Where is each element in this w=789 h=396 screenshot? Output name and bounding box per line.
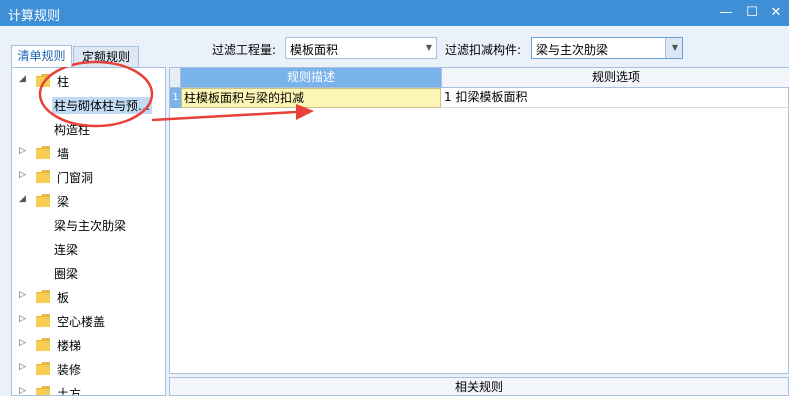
minimize-button[interactable]: — xyxy=(716,3,736,23)
tree-item-slab[interactable]: ▷ 板 xyxy=(12,286,165,308)
tree-item-beam[interactable]: ◢ 梁 xyxy=(12,190,165,212)
tree-item-door-window[interactable]: ▷ 门窗洞 xyxy=(12,166,165,188)
tree-item-label: 装修 xyxy=(57,363,82,377)
maximize-button[interactable]: ☐ xyxy=(742,3,762,23)
folder-icon xyxy=(36,338,50,351)
tree-item-label: 梁 xyxy=(57,195,70,209)
title-bar: 计算规则 — ☐ ✕ xyxy=(0,0,789,26)
folder-icon xyxy=(36,170,50,183)
tree-item-label: 构造柱 xyxy=(54,123,91,137)
tree-item-constructional-column[interactable]: 构造柱 xyxy=(12,118,165,140)
related-rules-header: 相关规则 xyxy=(169,377,789,396)
collapsed-arrow-icon[interactable]: ▷ xyxy=(19,314,26,324)
expanded-arrow-icon[interactable]: ◢ xyxy=(19,74,26,84)
folder-icon xyxy=(36,362,50,375)
tree-item-label: 柱与砌体柱与预… xyxy=(52,97,153,114)
column-header-option[interactable]: 规则选项 xyxy=(441,68,789,88)
collapsed-arrow-icon[interactable]: ▷ xyxy=(19,362,26,372)
folder-icon xyxy=(36,194,50,207)
component-tree: ◢ 柱 柱与砌体柱与预… 构造柱 ▷ 墙 ▷ 门窗洞 ◢ 梁 梁与主次肋梁 连梁… xyxy=(11,67,166,396)
folder-icon xyxy=(36,314,50,327)
tree-item-column[interactable]: ◢ 柱 xyxy=(12,70,165,92)
close-button[interactable]: ✕ xyxy=(766,3,786,23)
tree-item-wall[interactable]: ▷ 墙 xyxy=(12,142,165,164)
filter-component-label: 过滤扣减构件: xyxy=(445,43,522,57)
collapsed-arrow-icon[interactable]: ▷ xyxy=(19,338,26,348)
tree-item-hollow-floor[interactable]: ▷ 空心楼盖 xyxy=(12,310,165,332)
tree-item-label: 圈梁 xyxy=(54,267,79,281)
tree-item-stairs[interactable]: ▷ 楼梯 xyxy=(12,334,165,356)
collapsed-arrow-icon[interactable]: ▷ xyxy=(19,170,26,180)
folder-icon xyxy=(36,74,50,87)
tree-item-label: 柱 xyxy=(57,75,70,89)
expanded-arrow-icon[interactable]: ◢ xyxy=(19,194,26,204)
tree-item-label: 连梁 xyxy=(54,243,79,257)
tree-item-earthwork[interactable]: ▷ 土方 xyxy=(12,382,165,396)
tree-item-ring-beam[interactable]: 圈梁 xyxy=(12,262,165,284)
chevron-down-icon: ▼ xyxy=(425,43,432,52)
window-title: 计算规则 xyxy=(8,9,61,24)
chevron-down-icon: ▼ xyxy=(671,43,678,52)
filter-quantity-select[interactable]: 模板面积 ▼ xyxy=(285,37,437,59)
tree-item-label: 梁与主次肋梁 xyxy=(54,219,127,233)
rules-grid: 规则描述 规则选项 1 柱模板面积与梁的扣减 1 扣梁模板面积 xyxy=(169,67,789,374)
column-header-description[interactable]: 规则描述 xyxy=(181,68,441,88)
tab-quota-rules[interactable]: 定额规则 xyxy=(73,46,139,67)
grid-corner xyxy=(170,68,181,88)
filter-quantity-label: 过滤工程量: xyxy=(212,43,277,57)
folder-icon xyxy=(36,386,50,395)
rule-option-cell[interactable]: 1 扣梁模板面积 xyxy=(441,88,789,108)
tree-item-beam-rib[interactable]: 梁与主次肋梁 xyxy=(12,214,165,236)
folder-icon xyxy=(36,146,50,159)
collapsed-arrow-icon[interactable]: ▷ xyxy=(19,290,26,300)
tree-item-label: 板 xyxy=(57,291,70,305)
tree-item-label: 墙 xyxy=(57,147,70,161)
tree-item-coupling-beam[interactable]: 连梁 xyxy=(12,238,165,260)
rule-description-cell[interactable]: 柱模板面积与梁的扣减 xyxy=(181,88,441,108)
tree-item-label: 土方 xyxy=(57,387,82,396)
tree-item-column-masonry[interactable]: 柱与砌体柱与预… xyxy=(12,94,165,116)
tab-list-rules[interactable]: 清单规则 xyxy=(11,45,72,67)
tree-item-decoration[interactable]: ▷ 装修 xyxy=(12,358,165,380)
filter-quantity-value: 模板面积 xyxy=(290,43,339,57)
folder-icon xyxy=(36,290,50,303)
filter-component-select[interactable]: 梁与主次肋梁 ▼ xyxy=(531,37,683,59)
collapsed-arrow-icon[interactable]: ▷ xyxy=(19,386,26,395)
tree-item-label: 空心楼盖 xyxy=(57,315,106,329)
collapsed-arrow-icon[interactable]: ▷ xyxy=(19,146,26,156)
tree-item-label: 楼梯 xyxy=(57,339,82,353)
filter-component-value: 梁与主次肋梁 xyxy=(536,43,609,57)
row-number: 1 xyxy=(170,88,181,108)
tree-item-label: 门窗洞 xyxy=(57,171,94,185)
